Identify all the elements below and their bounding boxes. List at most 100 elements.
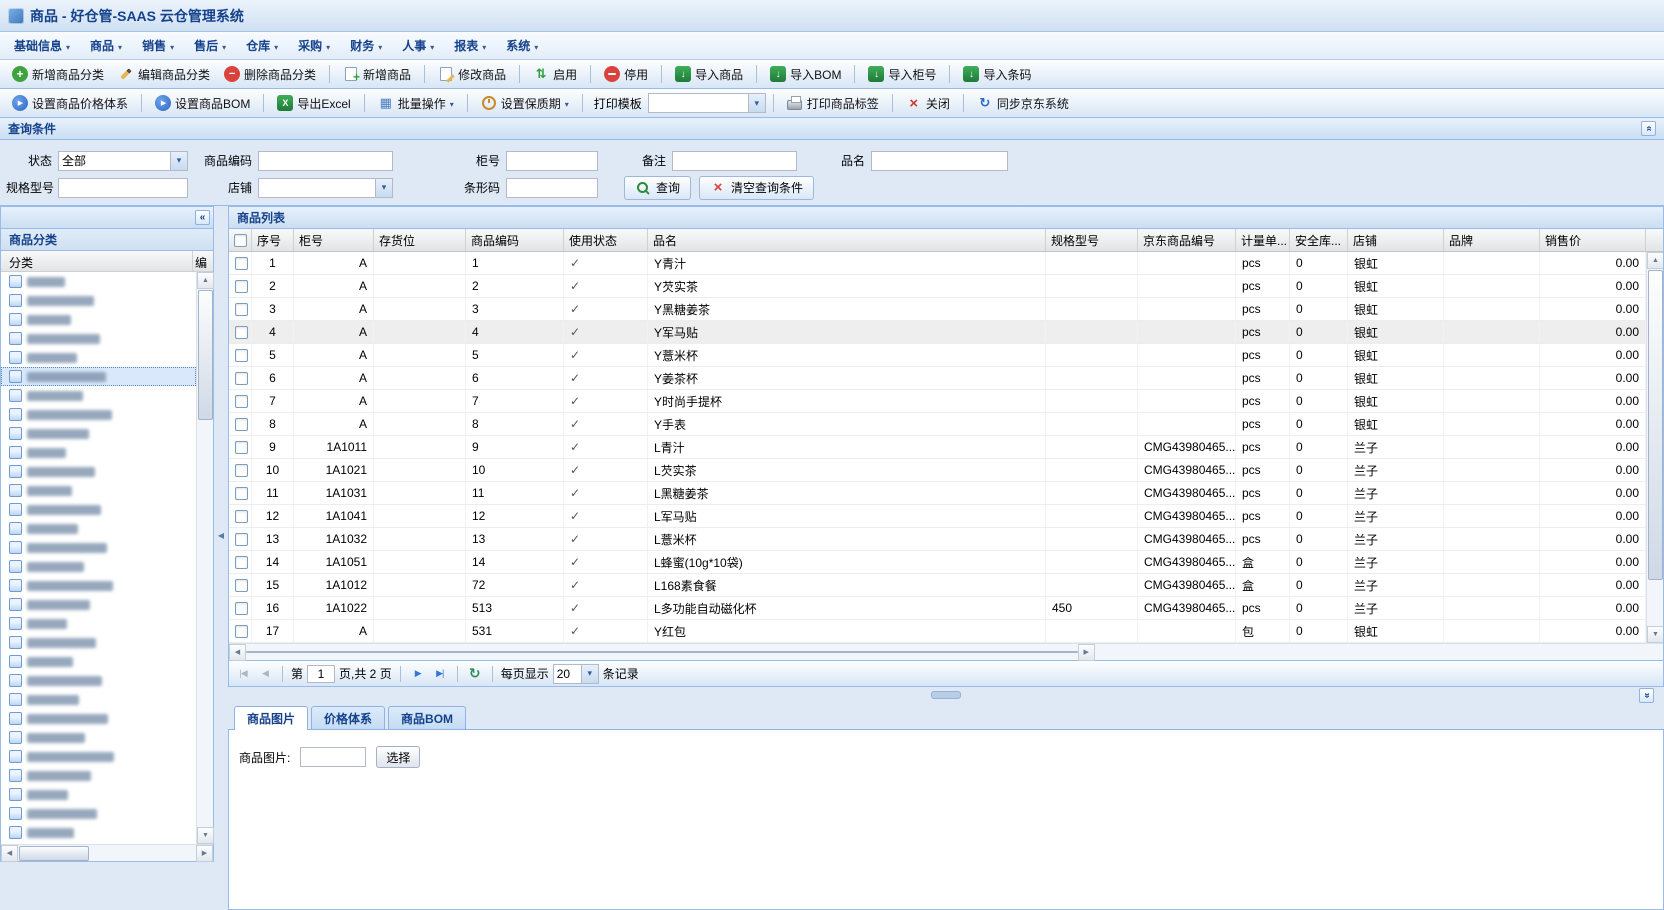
row-checkbox[interactable] bbox=[235, 464, 248, 477]
delete-category-button[interactable]: 删除商品分类 bbox=[218, 62, 322, 87]
table-row[interactable]: 6A6✓Y姜茶杯pcs0银虹0.00 bbox=[229, 367, 1646, 390]
spec-input[interactable] bbox=[58, 178, 188, 198]
set-price-system-button[interactable]: 设置商品价格体系 bbox=[6, 91, 134, 116]
cabinet-no-input[interactable] bbox=[506, 151, 598, 171]
tree-item[interactable] bbox=[1, 481, 196, 500]
batch-operation-button[interactable]: 批量操作 bbox=[372, 91, 460, 116]
tree-item[interactable] bbox=[1, 310, 196, 329]
column-header-jd_code[interactable]: 京东商品编号 bbox=[1138, 229, 1236, 251]
import-cabinet-button[interactable]: 导入柜号 bbox=[862, 62, 942, 87]
column-header-safe[interactable]: 安全库... bbox=[1290, 229, 1348, 251]
bottom-tab-2[interactable]: 商品BOM bbox=[388, 706, 466, 729]
bottom-splitter[interactable] bbox=[228, 687, 1664, 704]
row-checkbox[interactable] bbox=[235, 625, 248, 638]
tree-item[interactable] bbox=[1, 728, 196, 747]
table-row[interactable]: 2A2✓Y芡实茶pcs0银虹0.00 bbox=[229, 275, 1646, 298]
tree-item[interactable] bbox=[1, 386, 196, 405]
menu-item[interactable]: 售后 bbox=[184, 32, 236, 59]
splitter-grip[interactable] bbox=[931, 691, 961, 699]
chevron-down-icon[interactable] bbox=[581, 665, 598, 683]
menu-item[interactable]: 基础信息 bbox=[4, 32, 80, 59]
row-checkbox[interactable] bbox=[235, 441, 248, 454]
column-header-brand[interactable]: 品牌 bbox=[1444, 229, 1540, 251]
product-code-input[interactable] bbox=[258, 151, 393, 171]
column-header-check[interactable] bbox=[229, 229, 252, 251]
table-row[interactable]: 5A5✓Y薏米杯pcs0银虹0.00 bbox=[229, 344, 1646, 367]
column-header-cabinet[interactable]: 柜号 bbox=[294, 229, 374, 251]
row-checkbox[interactable] bbox=[235, 418, 248, 431]
status-select-value[interactable] bbox=[59, 152, 170, 170]
column-header-code[interactable]: 商品编码 bbox=[466, 229, 564, 251]
menu-item[interactable]: 仓库 bbox=[236, 32, 288, 59]
tree-item[interactable] bbox=[1, 367, 196, 386]
row-checkbox[interactable] bbox=[235, 349, 248, 362]
enable-button[interactable]: 启用 bbox=[527, 62, 583, 87]
tree-item[interactable] bbox=[1, 291, 196, 310]
menu-item[interactable]: 人事 bbox=[392, 32, 444, 59]
row-checkbox[interactable] bbox=[235, 487, 248, 500]
tree-item[interactable] bbox=[1, 576, 196, 595]
tree-horizontal-scrollbar[interactable] bbox=[1, 844, 213, 861]
menu-item[interactable]: 商品 bbox=[80, 32, 132, 59]
export-excel-button[interactable]: 导出Excel bbox=[271, 91, 356, 116]
row-checkbox[interactable] bbox=[235, 556, 248, 569]
collapse-left-mini-icon[interactable] bbox=[218, 527, 224, 541]
chevron-down-icon[interactable] bbox=[375, 179, 392, 197]
tree-item[interactable] bbox=[1, 595, 196, 614]
tree-item[interactable] bbox=[1, 519, 196, 538]
tree-item[interactable] bbox=[1, 348, 196, 367]
chevron-down-icon[interactable] bbox=[748, 94, 765, 112]
table-row[interactable]: 4A4✓Y军马贴pcs0银虹0.00 bbox=[229, 321, 1646, 344]
grid-horizontal-scrollbar[interactable] bbox=[229, 643, 1663, 660]
set-bom-button[interactable]: 设置商品BOM bbox=[149, 91, 256, 116]
bottom-tab-1[interactable]: 价格体系 bbox=[311, 706, 385, 729]
search-button[interactable]: 查询 bbox=[624, 176, 691, 200]
edit-category-button[interactable]: 编辑商品分类 bbox=[112, 62, 216, 87]
table-row[interactable]: 91A10119✓L青汁CMG43980465...pcs0兰子0.00 bbox=[229, 436, 1646, 459]
column-header-price[interactable]: 销售价 bbox=[1540, 229, 1646, 251]
clear-query-button[interactable]: 清空查询条件 bbox=[699, 176, 814, 200]
column-header-status[interactable]: 使用状态 bbox=[564, 229, 648, 251]
table-row[interactable]: 17A531✓Y红包包0银虹0.00 bbox=[229, 620, 1646, 643]
collapse-query-button[interactable] bbox=[1641, 121, 1656, 136]
page-number-input[interactable] bbox=[307, 665, 335, 683]
import-barcode-button[interactable]: 导入条码 bbox=[957, 62, 1037, 87]
tree-item[interactable] bbox=[1, 633, 196, 652]
row-checkbox[interactable] bbox=[235, 280, 248, 293]
scroll-up-icon[interactable] bbox=[197, 272, 214, 289]
table-row[interactable]: 7A7✓Y时尚手提杯pcs0银虹0.00 bbox=[229, 390, 1646, 413]
set-shelflife-button[interactable]: 设置保质期 bbox=[475, 91, 575, 116]
scroll-left-icon[interactable] bbox=[1, 845, 18, 862]
menu-item[interactable]: 系统 bbox=[496, 32, 548, 59]
bottom-tab-0[interactable]: 商品图片 bbox=[234, 706, 308, 730]
tree-item[interactable] bbox=[1, 709, 196, 728]
shop-select[interactable] bbox=[258, 178, 393, 198]
first-page-button[interactable] bbox=[234, 665, 252, 683]
disable-button[interactable]: 停用 bbox=[598, 62, 654, 87]
table-row[interactable]: 131A103213✓L薏米杯CMG43980465...pcs0兰子0.00 bbox=[229, 528, 1646, 551]
scroll-right-icon[interactable] bbox=[196, 845, 213, 862]
product-image-input[interactable] bbox=[300, 747, 366, 767]
import-bom-button[interactable]: 导入BOM bbox=[764, 62, 847, 87]
scroll-thumb[interactable] bbox=[246, 651, 1078, 653]
scroll-down-icon[interactable] bbox=[197, 827, 214, 844]
chevron-down-icon[interactable] bbox=[170, 152, 187, 170]
tree-item[interactable] bbox=[1, 538, 196, 557]
print-label-button[interactable]: 打印商品标签 bbox=[781, 91, 885, 116]
table-row[interactable]: 8A8✓Y手表pcs0银虹0.00 bbox=[229, 413, 1646, 436]
tree-item[interactable] bbox=[1, 690, 196, 709]
sync-jd-button[interactable]: 同步京东系统 bbox=[971, 91, 1075, 116]
menu-item[interactable]: 采购 bbox=[288, 32, 340, 59]
sidebar-splitter[interactable] bbox=[214, 206, 228, 862]
tree-item[interactable] bbox=[1, 424, 196, 443]
scroll-thumb[interactable] bbox=[19, 846, 89, 861]
table-row[interactable]: 111A103111✓L黑糖姜茶CMG43980465...pcs0兰子0.00 bbox=[229, 482, 1646, 505]
tree-item[interactable] bbox=[1, 785, 196, 804]
choose-image-button[interactable]: 选择 bbox=[376, 746, 420, 768]
table-row[interactable]: 101A102110✓L芡实茶CMG43980465...pcs0兰子0.00 bbox=[229, 459, 1646, 482]
tree-item[interactable] bbox=[1, 766, 196, 785]
tree-item[interactable] bbox=[1, 747, 196, 766]
collapse-bottom-button[interactable] bbox=[1639, 688, 1654, 703]
tree-item[interactable] bbox=[1, 557, 196, 576]
category-accordion-header[interactable]: 商品分类 bbox=[1, 229, 213, 251]
